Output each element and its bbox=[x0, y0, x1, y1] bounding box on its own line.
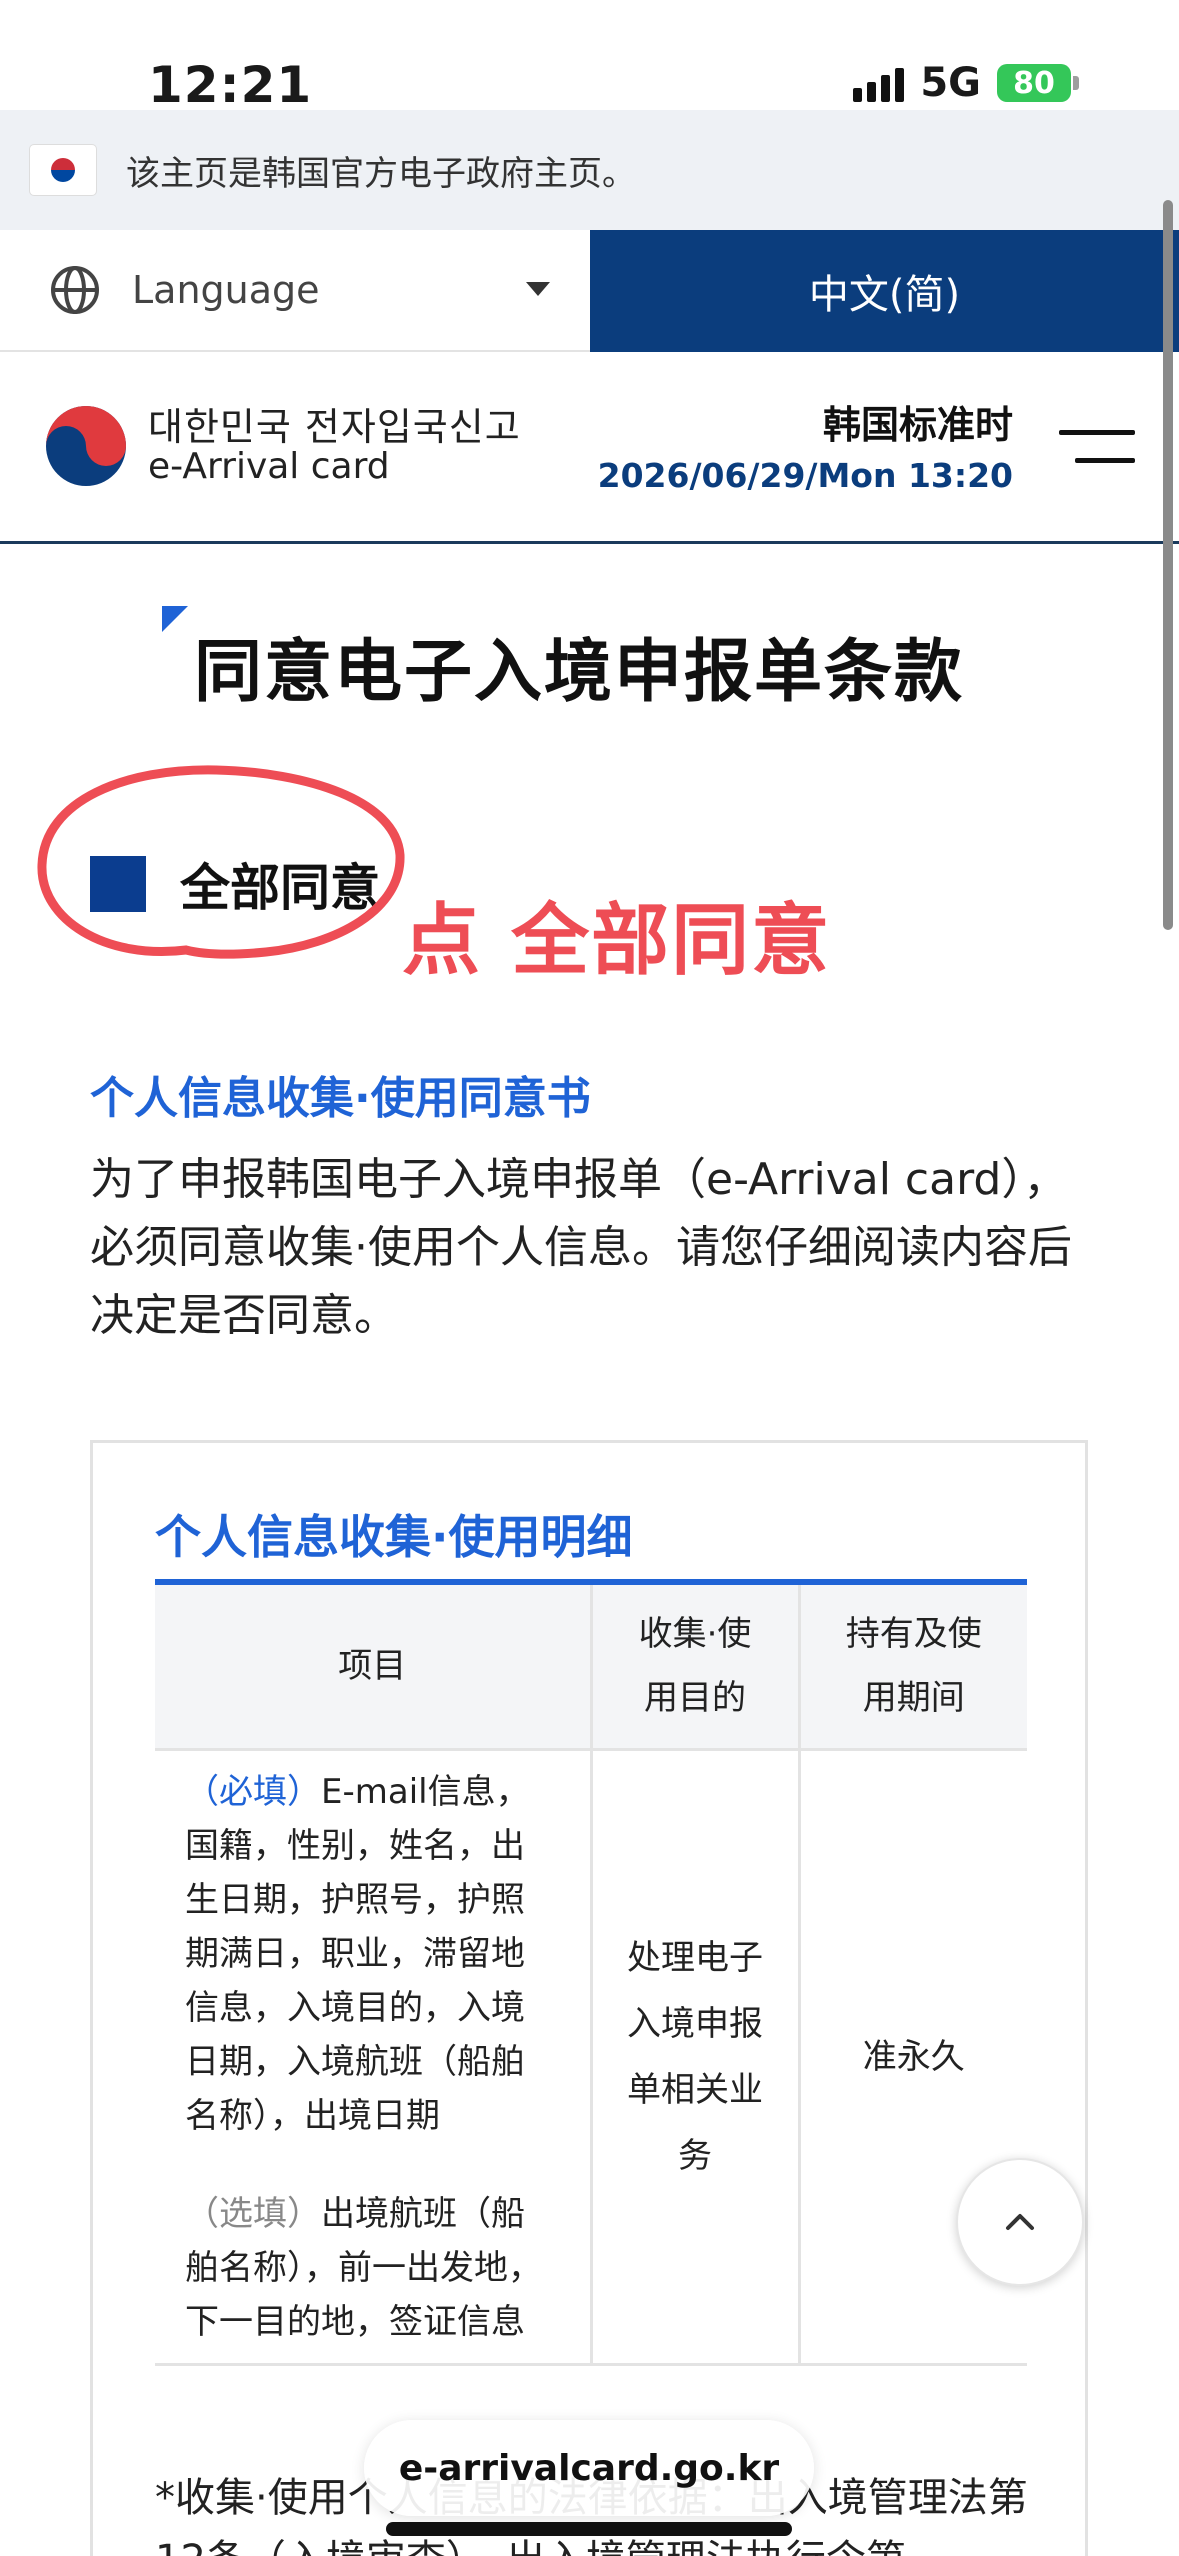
status-time: 12:21 bbox=[148, 56, 313, 114]
page-title: 同意电子入境申报单条款 bbox=[194, 633, 965, 712]
column-header-item: 项目 bbox=[155, 1585, 591, 1751]
details-card: 个人信息收集·使用明细 项目 收集·使用目的 持有及使用期间 （必填）E-mai… bbox=[90, 1440, 1088, 2556]
status-bar: 12:21 5G 80 bbox=[0, 0, 1179, 114]
annotation-circle bbox=[37, 765, 405, 959]
status-indicators: 5G 80 bbox=[853, 60, 1079, 106]
current-language-button[interactable]: 中文(简) bbox=[590, 230, 1179, 352]
annotation-text: 点 全部同意 bbox=[402, 896, 832, 986]
logo-title-english[interactable]: e-Arrival card bbox=[148, 446, 390, 487]
items-cell: （必填）E-mail信息，国籍，性别，姓名，出生日期，护照号，护照期满日，职业，… bbox=[155, 1749, 591, 2366]
korea-flag-icon bbox=[30, 145, 96, 195]
hamburger-menu-icon[interactable] bbox=[1059, 420, 1135, 470]
battery-level: 80 bbox=[997, 64, 1071, 102]
home-indicator[interactable] bbox=[386, 2522, 792, 2536]
language-select[interactable]: Language bbox=[0, 230, 590, 350]
optional-tag: （选填） bbox=[185, 2193, 321, 2234]
title-accent-mark bbox=[162, 606, 188, 632]
korea-government-emblem-icon[interactable] bbox=[44, 404, 128, 488]
column-header-period: 持有及使用期间 bbox=[797, 1585, 1027, 1751]
consent-heading: 个人信息收集·使用同意书 bbox=[90, 1073, 591, 1124]
scroll-to-top-button[interactable] bbox=[956, 2158, 1084, 2286]
browser-address-bar[interactable]: e-arrivalcard.go.kr bbox=[364, 2420, 814, 2516]
language-bar: Language 中文(简) bbox=[0, 230, 1179, 352]
caret-down-icon bbox=[526, 282, 550, 296]
column-header-purpose: 收集·使用目的 bbox=[589, 1585, 799, 1751]
language-label: Language bbox=[132, 268, 320, 312]
consent-description: 为了申报韩国电子入境申报单（e-Arrival card），必须同意收集·使用个… bbox=[90, 1154, 1072, 1341]
battery-icon: 80 bbox=[997, 64, 1079, 102]
cellular-signal-icon bbox=[853, 64, 905, 102]
details-table: 项目 收集·使用目的 持有及使用期间 （必填）E-mail信息，国籍，性别，姓名… bbox=[155, 1585, 1027, 2366]
table-header-row: 项目 收集·使用目的 持有及使用期间 bbox=[155, 1585, 1027, 1751]
korea-time-value: 2026/06/29/Mon 13:20 bbox=[597, 456, 1013, 495]
page-scrollbar[interactable] bbox=[1163, 200, 1173, 930]
globe-icon bbox=[51, 266, 99, 314]
required-items: E-mail信息，国籍，性别，姓名，出生日期，护照号，护照期满日，职业，滞留地信… bbox=[185, 1771, 530, 2136]
purpose-cell: 处理电子入境申报单相关业务 bbox=[589, 1749, 799, 2366]
chevron-up-icon bbox=[1006, 2214, 1034, 2230]
table-row: （必填）E-mail信息，国籍，性别，姓名，出生日期，护照号，护照期满日，职业，… bbox=[155, 1749, 1027, 2366]
details-title: 个人信息收集·使用明细 bbox=[155, 1510, 633, 1564]
site-header: 대한민국 전자입국신고 e-Arrival card 韩国标准时 2026/06… bbox=[0, 352, 1179, 544]
gov-banner: 该主页是韩国官方电子政府主页。 bbox=[0, 110, 1179, 230]
required-tag: （必填） bbox=[185, 1771, 321, 1812]
network-type: 5G bbox=[920, 60, 981, 106]
korea-time-label: 韩国标准时 bbox=[822, 403, 1013, 447]
logo-title-korean[interactable]: 대한민국 전자입국신고 bbox=[148, 396, 521, 451]
gov-banner-text: 该主页是韩国官方电子政府主页。 bbox=[126, 153, 636, 194]
